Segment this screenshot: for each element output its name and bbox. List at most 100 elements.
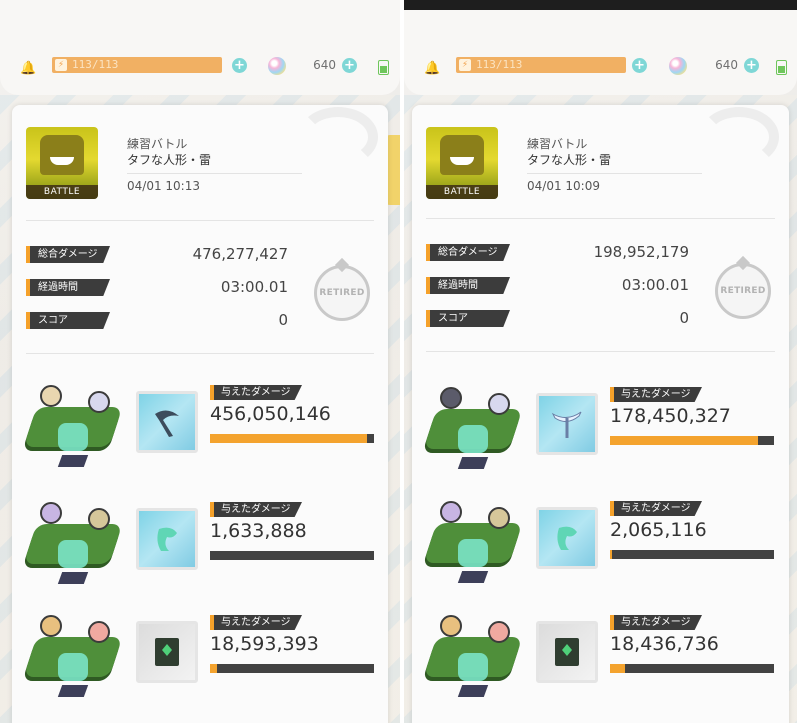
quest-thumbnail: BATTLE (26, 127, 98, 199)
member-row[interactable]: 与えたダメージ 18,436,736 (412, 615, 789, 723)
party-sprite (23, 615, 128, 711)
member-row[interactable]: 与えたダメージ 2,065,116 (412, 501, 789, 611)
damage-bar (210, 434, 374, 443)
damage-label: 与えたダメージ (210, 385, 302, 400)
retired-text: RETIRED (319, 288, 365, 298)
stat-label-total-damage: 総合ダメージ (426, 244, 510, 261)
member-row[interactable]: 与えたダメージ 456,050,146 (12, 385, 388, 495)
divider (26, 220, 374, 221)
stat-label-elapsed: 経過時間 (426, 277, 510, 294)
battery-icon (378, 60, 389, 75)
bell-icon[interactable]: 🔔 (20, 62, 36, 76)
score-value: 0 (679, 309, 689, 327)
damage-bar-fill (610, 550, 612, 559)
divider (127, 173, 302, 174)
damage-label: 与えたダメージ (210, 502, 302, 517)
stat-label-total-damage: 総合ダメージ (26, 246, 110, 263)
damage-label: 与えたダメージ (610, 501, 702, 516)
battle-label: BATTLE (426, 185, 498, 199)
damage-bar (210, 551, 374, 560)
stamina-bar: ⚡ 113/113 (456, 57, 626, 73)
quest-target: タフな人形・雷 (527, 153, 612, 167)
total-damage-value: 198,952,179 (593, 243, 689, 261)
emblem-watermark (298, 107, 378, 167)
battery-icon (776, 60, 787, 75)
stat-label-score: スコア (426, 310, 510, 327)
boss-icon (440, 135, 484, 175)
scythe-icon (136, 391, 198, 453)
damage-bar (610, 550, 774, 559)
stamina-bar: ⚡ 113/113 (52, 57, 222, 73)
status-header: 🔔 ⚡ 113/113 + 640 + (0, 0, 400, 95)
damage-value: 2,065,116 (610, 519, 707, 541)
battle-date: 04/01 10:09 (527, 179, 600, 193)
damage-bar-fill (610, 436, 758, 445)
party-sprite (423, 615, 528, 711)
screens-container: 🔔 ⚡ 113/113 + 640 + BATTLE 練習バトル タフな人形・雷… (0, 0, 797, 723)
divider (527, 173, 702, 174)
status-header: 🔔 ⚡ 113/113 + 640 + (404, 10, 797, 95)
stat-label-score: スコア (26, 312, 110, 329)
book-icon (136, 621, 198, 683)
damage-bar-fill (210, 434, 368, 443)
lightning-icon: ⚡ (459, 59, 471, 71)
damage-bar (610, 436, 774, 445)
damage-value: 18,593,393 (210, 633, 319, 655)
damage-bar (210, 664, 374, 673)
member-row[interactable]: 与えたダメージ 18,593,393 (12, 615, 388, 723)
stamina-text: 113/113 (72, 58, 119, 71)
glove-icon (136, 508, 198, 570)
retired-badge: RETIRED (314, 265, 370, 321)
member-row[interactable]: 与えたダメージ 1,633,888 (12, 502, 388, 612)
bell-icon[interactable]: 🔔 (424, 62, 440, 76)
battle-result-card: BATTLE 練習バトル タフな人形・雷 04/01 10:09 総合ダメージ … (412, 105, 789, 723)
stat-label-elapsed: 経過時間 (26, 279, 110, 296)
damage-bar-fill (210, 664, 217, 673)
result-screen-right: 🔔 ⚡ 113/113 + 640 + BATTLE 練習バトル タフな人形・雷… (404, 0, 797, 723)
total-damage-value: 476,277,427 (192, 245, 288, 263)
glove-icon (536, 507, 598, 569)
battle-result-card: BATTLE 練習バトル タフな人形・雷 04/01 10:13 総合ダメージ … (12, 105, 388, 723)
add-stamina-button[interactable]: + (232, 58, 247, 73)
damage-bar (610, 664, 774, 673)
divider (26, 353, 374, 354)
currency-value: 640 (715, 58, 738, 72)
retired-text: RETIRED (720, 286, 766, 296)
add-currency-button[interactable]: + (744, 58, 759, 73)
divider (426, 218, 775, 219)
emblem-watermark (699, 107, 779, 167)
battle-date: 04/01 10:13 (127, 179, 200, 193)
divider (426, 351, 775, 352)
damage-value: 1,633,888 (210, 520, 307, 542)
party-sprite (423, 387, 528, 483)
member-row[interactable]: 与えたダメージ 178,450,327 (412, 387, 789, 497)
crossbow-icon (536, 393, 598, 455)
currency-value: 640 (313, 58, 336, 72)
damage-bar-fill (610, 664, 625, 673)
elapsed-time-value: 03:00.01 (621, 276, 689, 294)
boss-icon (40, 135, 84, 175)
party-sprite (23, 385, 128, 481)
elapsed-time-value: 03:00.01 (220, 278, 288, 296)
gem-icon (268, 57, 286, 75)
damage-value: 456,050,146 (210, 403, 331, 425)
add-currency-button[interactable]: + (342, 58, 357, 73)
status-bar (404, 0, 797, 10)
result-screen-left: 🔔 ⚡ 113/113 + 640 + BATTLE 練習バトル タフな人形・雷… (0, 0, 400, 723)
battle-label: BATTLE (26, 185, 98, 199)
damage-label: 与えたダメージ (210, 615, 302, 630)
damage-value: 178,450,327 (610, 405, 731, 427)
stamina-text: 113/113 (476, 58, 523, 71)
retired-badge: RETIRED (715, 263, 771, 319)
lightning-icon: ⚡ (55, 59, 67, 71)
quest-type: 練習バトル (527, 137, 588, 151)
quest-thumbnail: BATTLE (426, 127, 498, 199)
quest-target: タフな人形・雷 (127, 153, 212, 167)
damage-label: 与えたダメージ (610, 615, 702, 630)
gem-icon (669, 57, 687, 75)
party-sprite (23, 502, 128, 598)
score-value: 0 (278, 311, 288, 329)
damage-value: 18,436,736 (610, 633, 719, 655)
add-stamina-button[interactable]: + (632, 58, 647, 73)
quest-type: 練習バトル (127, 137, 188, 151)
